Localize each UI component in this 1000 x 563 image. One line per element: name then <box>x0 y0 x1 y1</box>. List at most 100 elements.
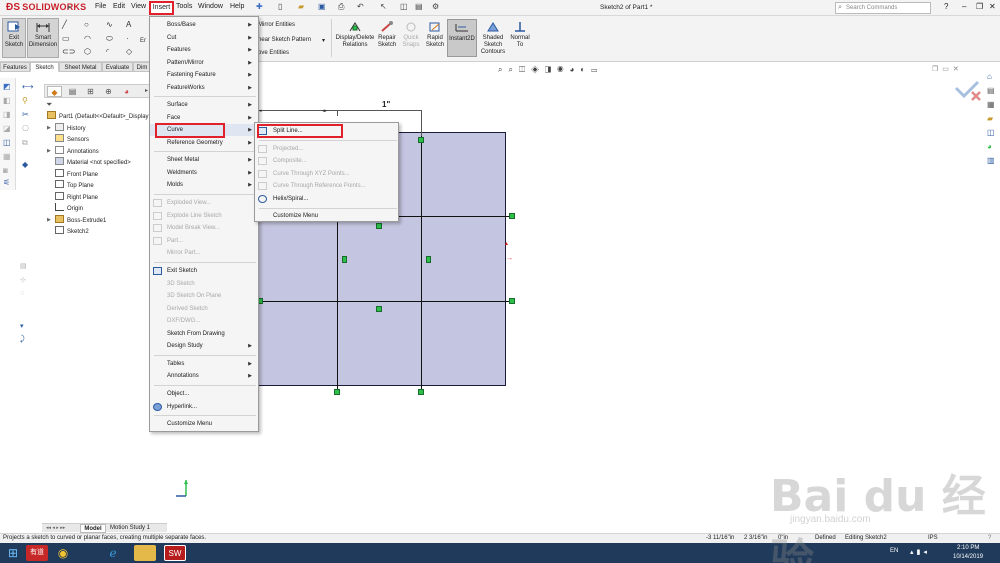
ellipse-icon[interactable]: ⬭ <box>106 34 113 44</box>
print-icon[interactable]: ⎙ <box>338 2 344 12</box>
menu-item-mirror-part[interactable]: Mirror Part... <box>150 247 258 259</box>
solidworks-logo[interactable]: ƉS SOLIDWORKS <box>6 2 86 13</box>
property-manager-tab-icon[interactable]: ▤ <box>65 86 80 97</box>
repair-sketch-button[interactable]: Repair Sketch <box>376 19 398 57</box>
tree-item-sensors[interactable]: Sensors <box>55 134 89 145</box>
expand-arrow-icon[interactable]: ▶ <box>47 215 51 226</box>
dimension-value[interactable]: 1" <box>382 100 390 109</box>
file-explorer-icon[interactable]: ▰ <box>987 114 993 123</box>
menu-item-projected[interactable]: Projected... <box>255 143 398 155</box>
measure-tool-icon[interactable]: ⚟ <box>3 178 10 187</box>
menu-item-cut[interactable]: Cut ▶ <box>150 32 258 44</box>
cut-tool-icon[interactable]: ▦ <box>3 152 11 161</box>
tree-item-origin[interactable]: Origin <box>55 203 83 214</box>
expand-arrow-icon[interactable]: ▶ <box>47 123 51 134</box>
trim-icon[interactable]: ✂ <box>22 110 29 119</box>
menu-item-customize-menu[interactable]: Customize Menu <box>150 418 258 430</box>
extrude-tool-icon[interactable]: ◧ <box>3 96 11 105</box>
arc-icon[interactable]: ◠ <box>84 34 91 43</box>
scroll-arrows-icon[interactable]: ◂◂ ◂ ▸ ▸▸ <box>46 524 65 533</box>
grid-icon[interactable]: ▤ <box>20 262 27 270</box>
sketch-point[interactable] <box>334 389 340 395</box>
undo-icon[interactable]: ↶ <box>357 2 364 11</box>
menu-item-object[interactable]: Object... <box>150 388 258 400</box>
point-icon[interactable]: · <box>126 34 129 43</box>
sketch-point[interactable] <box>509 213 515 219</box>
menu-item-design-study[interactable]: Design Study ▶ <box>150 340 258 352</box>
menu-item-annotations[interactable]: Annotations ▶ <box>150 370 258 382</box>
menu-item-3d-sketch-on-plane[interactable]: 3D Sketch On Plane <box>150 290 258 302</box>
menu-item-exit-sketch[interactable]: Exit Sketch <box>150 265 258 277</box>
tree-item-material[interactable]: Material <not specified> <box>55 157 131 168</box>
home-icon[interactable]: ⌂ <box>987 72 992 81</box>
exit-sketch-button[interactable]: Exit Sketch <box>2 18 26 58</box>
menu-window[interactable]: Window <box>198 3 223 10</box>
menu-item-customize-menu[interactable]: Customize Menu <box>255 210 398 222</box>
offset-icon[interactable]: ⧉ <box>22 138 28 148</box>
tree-item-right-plane[interactable]: Right Plane <box>55 192 98 203</box>
menu-view[interactable]: View <box>131 3 146 10</box>
trim-label-fragment[interactable]: Er <box>140 38 146 44</box>
menu-item-surface[interactable]: Surface ▶ <box>150 99 258 111</box>
display-icon[interactable]: ◌ <box>20 290 24 297</box>
shaded-sketch-contours-button[interactable]: Shaded Sketch Contours <box>478 19 508 57</box>
menu-item-helix-spiral[interactable]: Helix/Spiral... <box>255 193 398 205</box>
circle-icon[interactable]: ○ <box>84 20 89 29</box>
expand-arrow-icon[interactable]: ▶ <box>47 146 51 157</box>
new-document-icon[interactable]: ▯ <box>278 2 282 11</box>
menu-help[interactable]: Help <box>230 3 244 10</box>
slot-icon[interactable]: ⊂⊃ <box>62 47 75 56</box>
menu-item-exploded-view[interactable]: Exploded View... <box>150 197 258 209</box>
tree-item-history[interactable]: ▶ History <box>47 123 86 134</box>
sketch-tool-icon[interactable]: ◩ <box>3 82 11 91</box>
tab-features[interactable]: Features <box>0 62 30 72</box>
revolve-tool-icon[interactable]: ◨ <box>3 110 11 119</box>
help-icon[interactable]: ? <box>944 2 948 11</box>
sketch-point[interactable] <box>509 298 515 304</box>
dimxpert-tab-icon[interactable]: ⊕ <box>101 86 116 97</box>
tab-sketch[interactable]: Sketch <box>30 62 59 72</box>
tab-motion-study[interactable]: Motion Study 1 <box>110 524 150 533</box>
fillet-icon[interactable]: ◜ <box>106 47 109 56</box>
confirm-corner-icon[interactable] <box>954 80 982 102</box>
menu-item-composite[interactable]: Composite... <box>255 155 398 167</box>
line-icon[interactable]: ╱ <box>62 20 67 29</box>
restore-button[interactable]: ❐ <box>976 2 983 11</box>
rebuild-icon[interactable]: ◫ <box>400 2 408 11</box>
pattern-dropdown-icon[interactable]: ▾ <box>322 37 325 44</box>
tab-model[interactable]: Model <box>80 524 106 533</box>
close-button[interactable]: ✕ <box>989 2 996 11</box>
mirror-entities-button[interactable]: Mirror Entities <box>258 22 295 28</box>
custom-properties-icon[interactable]: ▥ <box>987 156 995 165</box>
menu-item-model-break-view[interactable]: Model Break View... <box>150 222 258 234</box>
pin-icon[interactable]: ✚ <box>256 2 263 11</box>
menu-item-curve-xyz[interactable]: Curve Through XYZ Points... <box>255 168 398 180</box>
relation-vertical[interactable] <box>426 256 431 263</box>
text-icon[interactable]: A <box>126 20 131 29</box>
filter-icon[interactable]: ▾ <box>20 322 24 330</box>
app-taskbar-icon[interactable]: 有道 <box>26 545 48 561</box>
resources-icon[interactable]: ▤ <box>987 86 995 95</box>
start-icon[interactable]: ⊞ <box>4 545 22 561</box>
sketch-line-vertical-right[interactable] <box>421 132 422 392</box>
tree-item-sketch2[interactable]: Sketch2 <box>55 226 89 237</box>
menu-item-reference-geometry[interactable]: Reference Geometry ▶ <box>150 137 258 149</box>
sketch-line-horizontal-bottom[interactable] <box>240 301 512 302</box>
convert-icon[interactable]: ⎔ <box>22 124 29 133</box>
window-controls-icon[interactable]: ❐▭✕ <box>932 65 963 73</box>
select-icon[interactable]: ↖ <box>380 2 387 11</box>
move-entities-button[interactable]: ove Entities <box>258 50 289 56</box>
polygon-icon[interactable]: ⬡ <box>84 47 91 56</box>
menu-tools[interactable]: Tools <box>176 3 192 10</box>
menu-item-pattern-mirror[interactable]: Pattern/Mirror ▶ <box>150 57 258 69</box>
relation-icon[interactable]: ⚲ <box>22 96 28 105</box>
tree-root[interactable]: Part1 (Default<<Default>_Display <box>47 111 149 122</box>
menu-item-tables[interactable]: Tables ▶ <box>150 358 258 370</box>
route-icon[interactable]: ⤸ <box>20 334 25 344</box>
heads-up-view-toolbar[interactable]: ⌕⌕◫◈◨◉◕◐▭ <box>498 65 603 75</box>
tree-item-annotations[interactable]: ▶ Annotations <box>47 146 99 157</box>
sketch-line-vertical-left[interactable] <box>337 216 338 392</box>
menu-item-sheet-metal[interactable]: Sheet Metal ▶ <box>150 154 258 166</box>
tab-sheet-metal[interactable]: Sheet Metal <box>59 62 102 72</box>
smart-dimension-button[interactable]: Smart Dimension <box>27 18 59 58</box>
